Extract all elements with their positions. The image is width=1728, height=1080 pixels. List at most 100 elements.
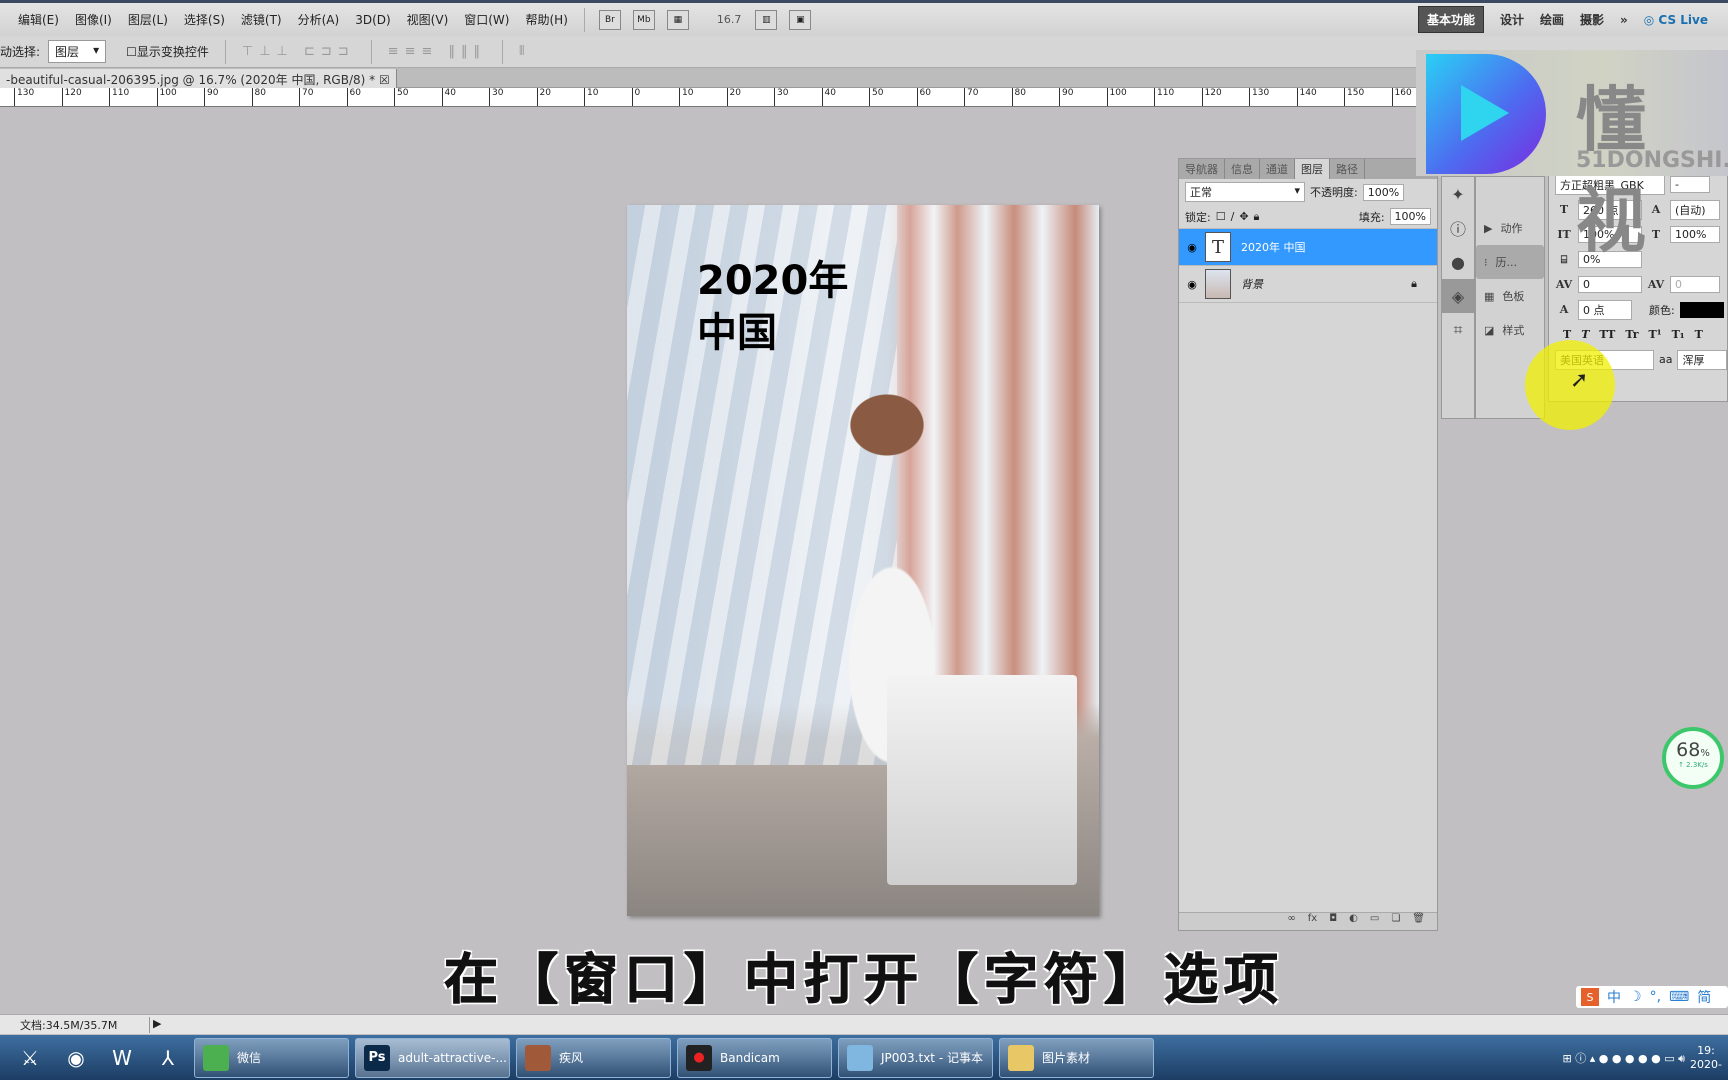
sogou-icon[interactable]: S (1581, 988, 1599, 1006)
document-tab[interactable]: -beautiful-casual-206395.jpg @ 16.7% (20… (0, 69, 397, 88)
lock-transparency-icon[interactable]: ☐ (1216, 210, 1226, 223)
layer-row-background[interactable]: ◉ 背景 🔒︎ (1179, 266, 1437, 303)
menu-filter[interactable]: 滤镜(T) (233, 11, 290, 28)
link-icon[interactable]: ∞ (1287, 913, 1295, 930)
text-color-swatch[interactable] (1679, 301, 1724, 318)
taskbar-item[interactable]: Ps adult-attractive-... (355, 1037, 510, 1078)
bridge-button[interactable]: Br (598, 9, 621, 30)
auto-select-dropdown[interactable]: 图层 ▾ (48, 40, 107, 63)
superscript-button[interactable]: T¹ (1649, 328, 1662, 341)
view-extras-button[interactable]: ▦ (666, 9, 689, 30)
layers-icon[interactable]: ◈ (1442, 279, 1474, 313)
transform-icon[interactable]: ⌗ (1442, 313, 1474, 347)
panel-actions[interactable]: ▶ 动作 (1476, 211, 1544, 245)
distribute-icons[interactable]: ≡≡≡ ‖‖‖ (388, 44, 486, 59)
antialias-select[interactable]: 浑厚 (1677, 349, 1727, 370)
divider (501, 39, 503, 64)
taskbar-item[interactable]: 疾风 (516, 1037, 671, 1078)
align-icons[interactable]: ⊤⊥⊥ ⊏⊐⊐ (242, 44, 355, 59)
canvas-image[interactable]: 2020年 中国 (627, 205, 1099, 916)
menu-image[interactable]: 图像(I) (67, 11, 120, 28)
ime-keyboard[interactable]: ⌨ (1669, 989, 1689, 1005)
zoom-level-select[interactable]: 16.7 (709, 13, 750, 26)
menu-layer[interactable]: 图层(L) (120, 11, 176, 28)
tab-channels[interactable]: 通道 (1260, 159, 1295, 179)
baseline-shift-input[interactable]: 0 点 (1578, 299, 1632, 320)
navigator-icon[interactable]: ✦ (1442, 177, 1474, 211)
canvas-text-layer[interactable]: 2020年 中国 (697, 255, 848, 359)
ime-simplified[interactable]: 简 (1697, 987, 1711, 1007)
ruler-tick: 50 (394, 88, 408, 106)
taskbar-item[interactable]: 图片素材 (999, 1037, 1154, 1078)
panel-styles[interactable]: ◪ 样式 (1476, 313, 1544, 347)
tray-icons[interactable]: ⊞ ⓘ ▴ ● ● ● ● ● ▭ 🔊︎ (1563, 1050, 1686, 1066)
all-caps-button[interactable]: TT (1599, 328, 1615, 341)
group-icon[interactable]: ▭ (1370, 913, 1379, 930)
lock-paint-icon[interactable]: ∕ (1231, 210, 1235, 223)
tab-layers[interactable]: 图层 (1295, 159, 1330, 179)
tab-navigator[interactable]: 导航器 (1179, 159, 1225, 179)
tracking-input[interactable]: 0 (1670, 276, 1720, 293)
3d-icon[interactable]: ● (1442, 245, 1474, 279)
arrange-documents-button[interactable]: ▥ (755, 9, 778, 30)
workspace-design[interactable]: 设计 (1500, 11, 1524, 28)
adjustment-icon[interactable]: ◐ (1349, 913, 1358, 930)
menu-3d[interactable]: 3D(D) (347, 13, 398, 27)
menu-help[interactable]: 帮助(H) (517, 11, 575, 28)
lock-all-icon[interactable]: 🔒︎ (1254, 210, 1260, 224)
workspace-essentials[interactable]: 基本功能 (1417, 6, 1484, 33)
show-transform-checkbox[interactable]: ☐显示变换控件 (126, 43, 209, 60)
mask-icon[interactable]: ◘ (1329, 913, 1337, 930)
eye-icon[interactable]: ◉ (1179, 278, 1205, 291)
ime-width[interactable]: ☽ (1629, 989, 1642, 1005)
taskbar-item-label: Bandicam (720, 1050, 780, 1065)
menu-edit[interactable]: 编辑(E) (10, 11, 67, 28)
ime-mode[interactable]: 中 (1607, 987, 1621, 1007)
auto-align-icon[interactable]: ⫴ (519, 44, 530, 59)
pdf-icon[interactable]: ⅄ (148, 1039, 188, 1077)
wps-icon[interactable]: W (102, 1039, 142, 1077)
small-caps-button[interactable]: Tr (1625, 328, 1638, 341)
new-layer-icon[interactable]: ❏ (1391, 913, 1400, 930)
fx-icon[interactable]: fx (1308, 913, 1317, 930)
layer-row-text[interactable]: ◉ T 2020年 中国 (1179, 229, 1437, 266)
taskbar-item[interactable]: 微信 (194, 1037, 349, 1078)
ruler-tick: 90 (204, 88, 218, 106)
ruler-tick: 40 (821, 88, 836, 106)
sword-app-icon[interactable]: ⚔ (10, 1039, 50, 1077)
menu-analysis[interactable]: 分析(A) (290, 11, 348, 28)
menu-view[interactable]: 视图(V) (399, 11, 457, 28)
tab-paths[interactable]: 路径 (1330, 159, 1365, 179)
status-menu-arrow-icon[interactable]: ▶ (153, 1017, 161, 1030)
info-icon[interactable]: ⓘ (1442, 211, 1474, 245)
fill-input[interactable]: 100% (1389, 208, 1431, 225)
chrome-icon[interactable]: ◉ (56, 1039, 96, 1077)
lock-move-icon[interactable]: ✥ (1239, 210, 1248, 223)
tracking-icon: AV (1647, 278, 1665, 291)
minibridge-button[interactable]: Mb (632, 9, 655, 30)
trash-icon[interactable]: 🗑︎ (1412, 913, 1425, 930)
panel-history[interactable]: ⁝ 历... (1476, 245, 1544, 279)
taskbar-item[interactable]: JP003.txt - 记事本 (838, 1037, 993, 1078)
blend-mode-select[interactable]: 正常 ▾ (1185, 182, 1305, 202)
taskbar-item[interactable]: ● Bandicam (677, 1037, 832, 1078)
workspace-more[interactable]: » (1620, 13, 1628, 27)
subscript-button[interactable]: T₁ (1672, 328, 1685, 341)
faux-italic-button[interactable]: T (1581, 328, 1589, 341)
clock[interactable]: 19: 2020- (1690, 1044, 1722, 1072)
menu-window[interactable]: 窗口(W) (456, 11, 517, 28)
opacity-input[interactable]: 100% (1362, 183, 1405, 201)
panel-swatches[interactable]: ▦ 色板 (1476, 279, 1544, 313)
screen-mode-button[interactable]: ▣ (789, 9, 812, 30)
ime-punct[interactable]: °, (1650, 989, 1661, 1005)
cs-live-button[interactable]: ◎ CS Live (1644, 13, 1708, 27)
kerning-input[interactable]: 0 (1578, 276, 1642, 293)
workspace-painting[interactable]: 绘画 (1540, 11, 1564, 28)
workspace-photography[interactable]: 摄影 (1580, 11, 1604, 28)
network-gauge[interactable]: 68% ↑ 2.3K/s (1662, 727, 1724, 789)
close-icon[interactable]: ☒ (379, 73, 390, 87)
menu-select[interactable]: 选择(S) (176, 11, 233, 28)
eye-icon[interactable]: ◉ (1179, 241, 1205, 254)
tab-info[interactable]: 信息 (1225, 159, 1260, 179)
underline-button[interactable]: T (1695, 328, 1703, 341)
